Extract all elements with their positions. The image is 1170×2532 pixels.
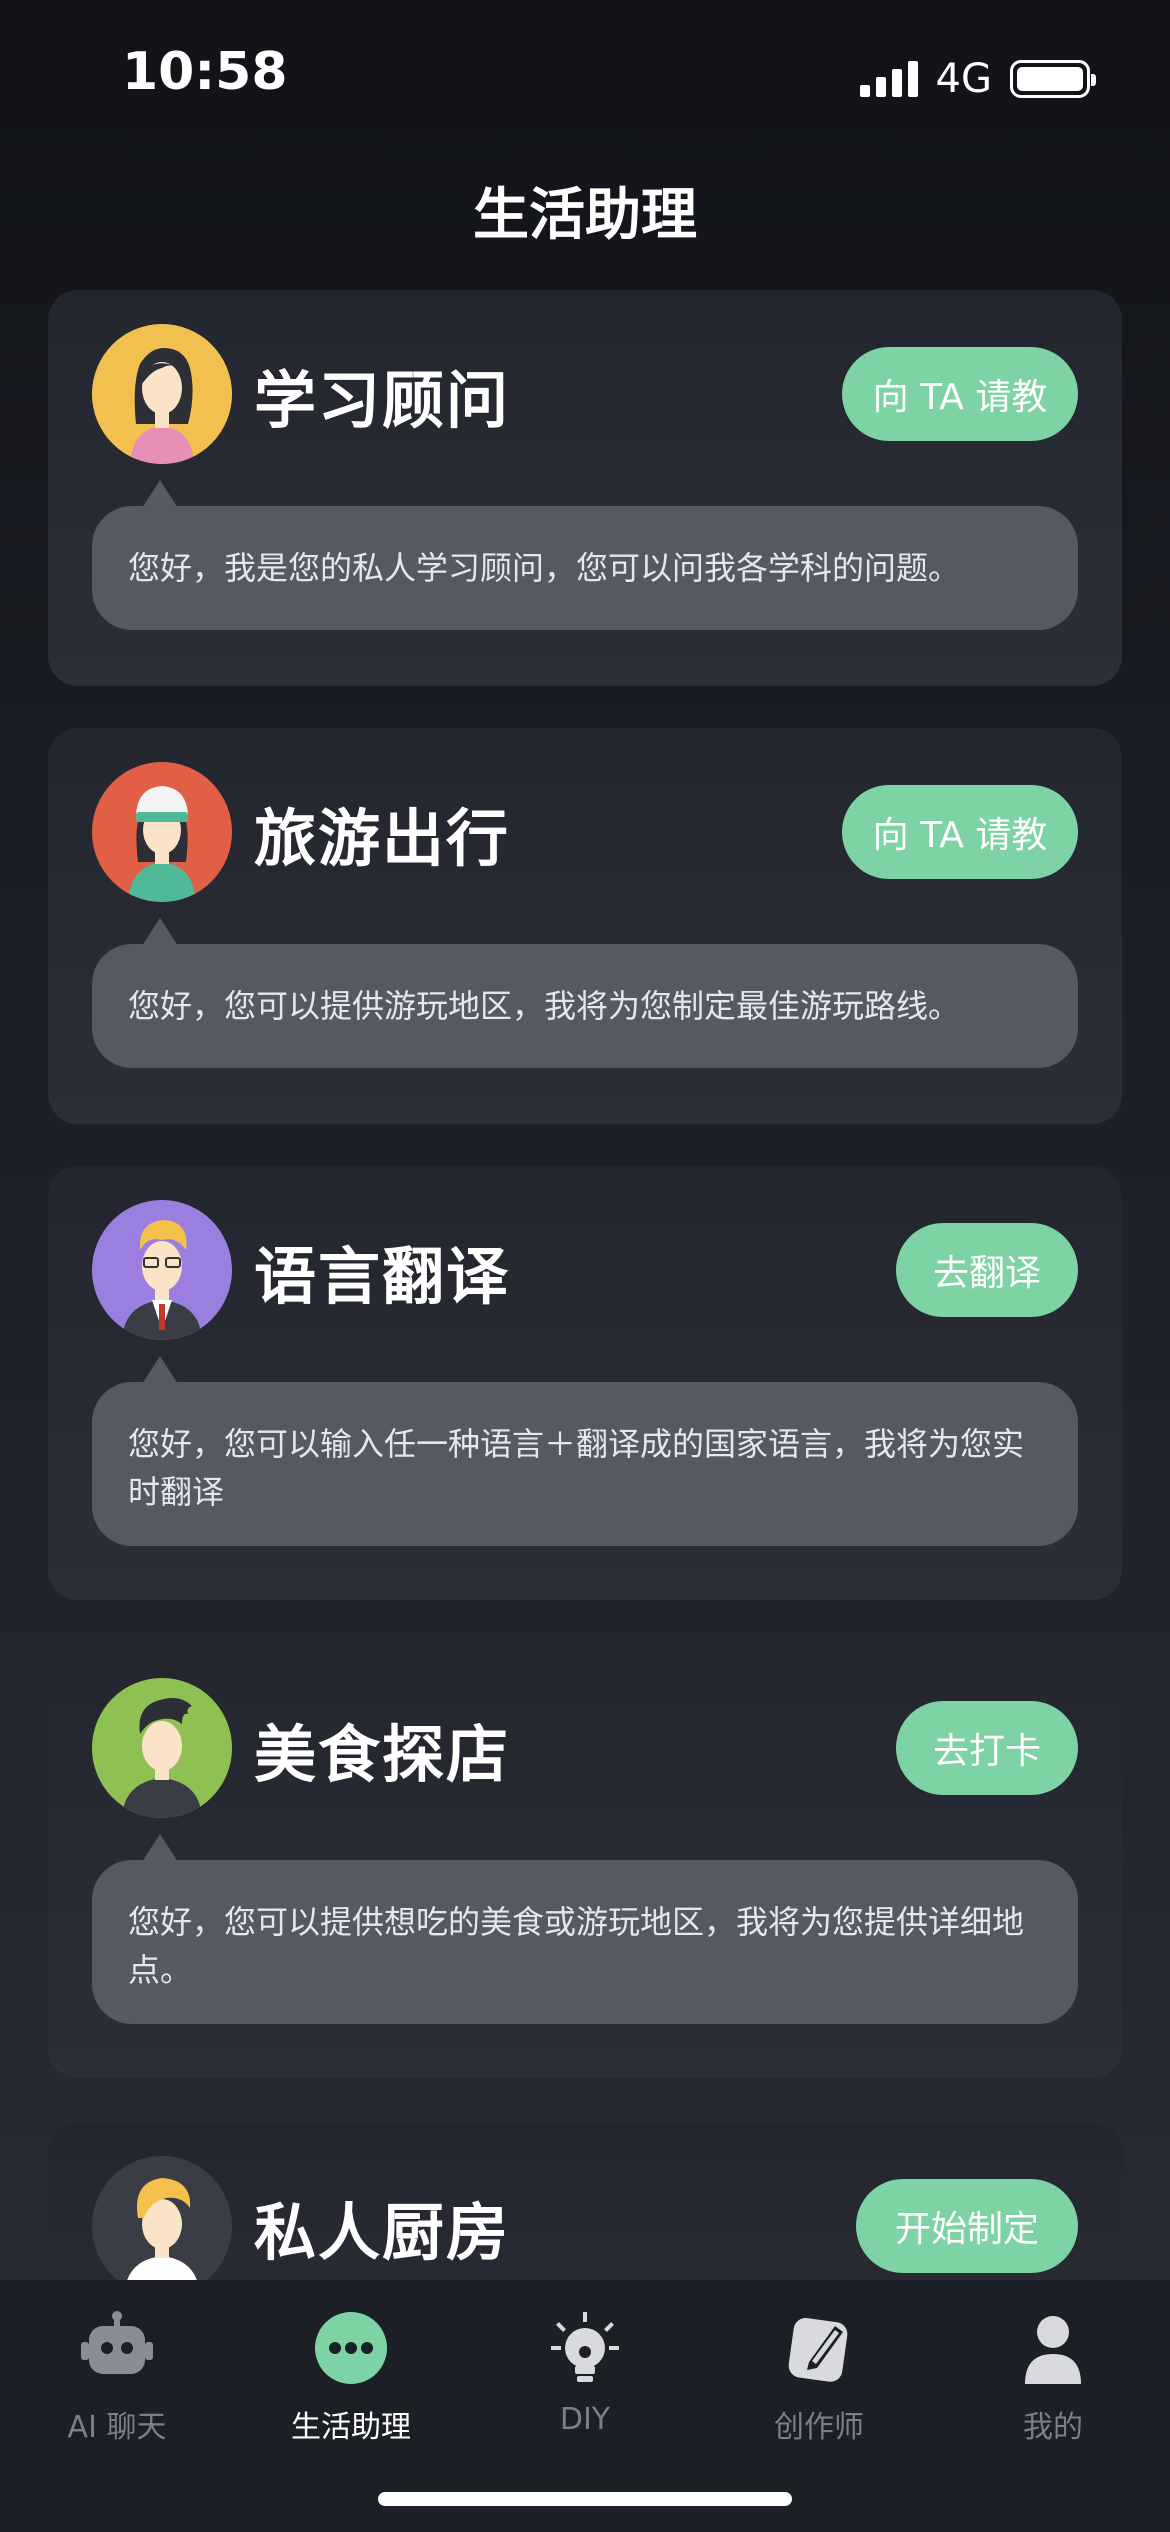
tab-diy[interactable]: DIY: [468, 2308, 702, 2438]
tab-label: 生活助理: [291, 2410, 411, 2445]
tab-label: AI 聊天: [67, 2410, 167, 2445]
card-title: 私人厨房: [254, 2196, 511, 2269]
tab-creator[interactable]: 创作师: [702, 2308, 936, 2445]
food-explorer-avatar: [92, 1678, 232, 1818]
greeting-bubble: 您好，您可以输入任一种语言＋翻译成的国家语言，我将为您实时翻译: [92, 1356, 1078, 1546]
start-plan-button[interactable]: 开始制定: [856, 2179, 1078, 2273]
card-title: 美食探店: [254, 1718, 511, 1791]
travel-guide-avatar: [92, 762, 232, 902]
translate-button[interactable]: 去翻译: [896, 1223, 1078, 1317]
tab-life-assistant[interactable]: 生活助理: [234, 2308, 468, 2445]
card-title: 旅游出行: [254, 802, 511, 875]
check-in-button[interactable]: 去打卡: [896, 1701, 1078, 1795]
greeting-bubble: 您好，您可以提供想吃的美食或游玩地区，我将为您提供详细地点。: [92, 1834, 1078, 2024]
robot-icon: [81, 2311, 153, 2374]
person-icon: [1025, 2316, 1081, 2384]
greeting-bubble: 您好，我是您的私人学习顾问，您可以问我各学科的问题。: [92, 480, 1078, 630]
tab-label: DIY: [559, 2402, 611, 2437]
assistant-card-study: 学习顾问 向 TA 请教 您好，我是您的私人学习顾问，您可以问我各学科的问题。: [48, 290, 1122, 686]
assistant-card-translate: 语言翻译 去翻译 您好，您可以输入任一种语言＋翻译成的国家语言，我将为您实时翻译: [48, 1166, 1122, 1600]
status-bar: 10:58 4G: [0, 0, 1170, 150]
private-chef-avatar: [92, 2156, 232, 2280]
lightbulb-icon: [551, 2312, 619, 2382]
greeting-bubble: 您好，您可以提供游玩地区，我将为您制定最佳游玩路线。: [92, 918, 1078, 1068]
more-dots-icon: [315, 2312, 387, 2384]
assistant-card-food: 美食探店 去打卡 您好，您可以提供想吃的美食或游玩地区，我将为您提供详细地点。: [48, 1644, 1122, 2078]
home-indicator: [378, 2492, 792, 2506]
pen-icon: [788, 2317, 848, 2382]
network-type: 4G: [935, 56, 992, 102]
assistant-card-travel: 旅游出行 向 TA 请教 您好，您可以提供游玩地区，我将为您制定最佳游玩路线。: [48, 728, 1122, 1124]
tab-mine[interactable]: 我的: [936, 2308, 1170, 2445]
tab-ai-chat[interactable]: AI 聊天: [0, 2308, 234, 2445]
assistant-card-kitchen: 私人厨房 开始制定: [48, 2122, 1122, 2280]
assistant-list[interactable]: 学习顾问 向 TA 请教 您好，我是您的私人学习顾问，您可以问我各学科的问题。 …: [0, 290, 1170, 2280]
card-title: 语言翻译: [254, 1240, 511, 1313]
tab-label: 创作师: [774, 2410, 864, 2445]
status-time: 10:58: [122, 42, 288, 102]
study-advisor-avatar: [92, 324, 232, 464]
signal-icon: [859, 61, 918, 97]
page-title: 生活助理: [473, 183, 697, 248]
translator-avatar: [92, 1200, 232, 1340]
ask-button[interactable]: 向 TA 请教: [842, 347, 1078, 441]
status-indicators: 4G: [859, 56, 1096, 102]
ask-button[interactable]: 向 TA 请教: [842, 785, 1078, 879]
battery-icon: [1010, 60, 1096, 98]
tab-label: 我的: [1023, 2410, 1083, 2445]
card-title: 学习顾问: [254, 364, 511, 437]
